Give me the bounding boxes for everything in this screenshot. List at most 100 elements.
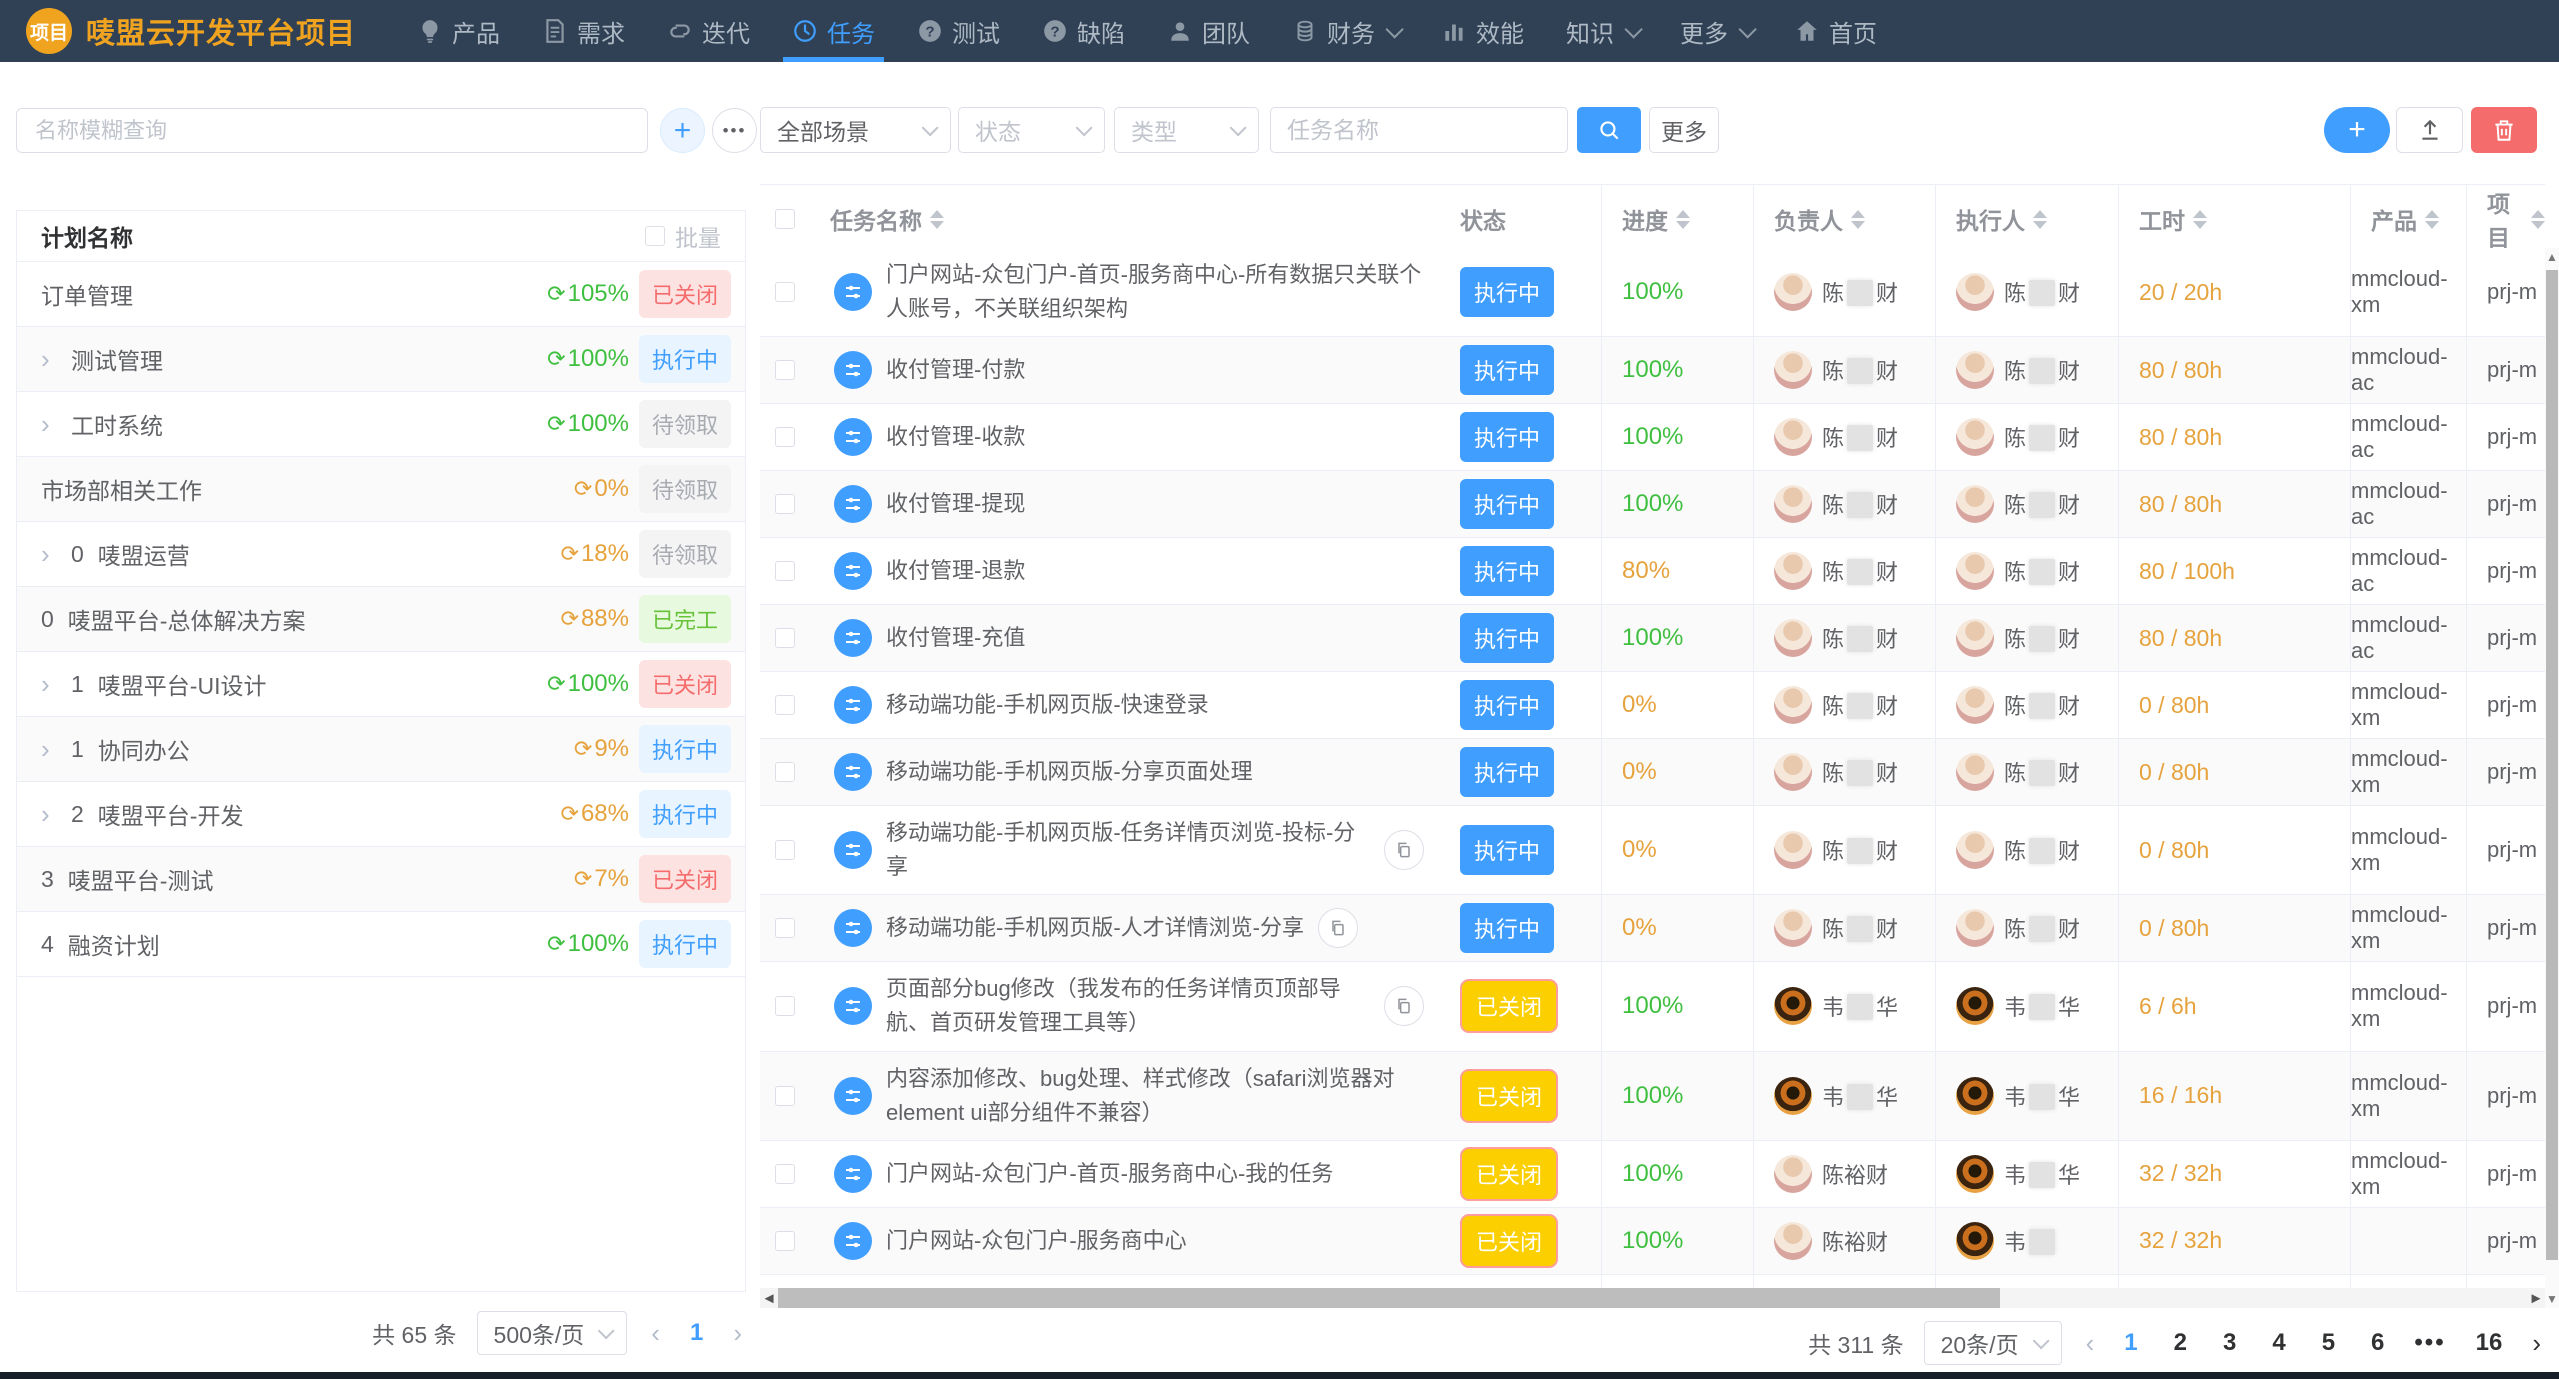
- column-header-6[interactable]: 工时: [2118, 185, 2350, 253]
- nav-item-product[interactable]: 产品: [396, 0, 521, 62]
- expand-caret-icon[interactable]: ›: [41, 734, 71, 765]
- task-name[interactable]: 内容添加修改、bug处理、样式修改（safari浏览器对element ui部分…: [886, 1062, 1424, 1130]
- upload-button[interactable]: [2396, 107, 2463, 153]
- plan-next-page-button[interactable]: ›: [729, 1318, 746, 1349]
- nav-item-home[interactable]: 首页: [1773, 0, 1898, 62]
- sort-caret-icon[interactable]: [2425, 210, 2439, 229]
- nav-item-requirements[interactable]: 需求: [521, 0, 646, 62]
- expand-caret-icon[interactable]: ›: [41, 344, 71, 375]
- add-task-button[interactable]: +: [2324, 107, 2390, 153]
- delete-button[interactable]: [2471, 107, 2537, 153]
- scroll-up-arrow[interactable]: ▲: [2545, 250, 2559, 264]
- task-name[interactable]: 门户网站-众包门户-首页-服务商中心-所有数据只关联个人账号，不关联组织架构: [886, 258, 1424, 326]
- nav-item-testing[interactable]: ?测试: [896, 0, 1021, 62]
- row-checkbox[interactable]: [775, 918, 795, 938]
- nav-item-knowledge[interactable]: 知识: [1545, 0, 1659, 62]
- task-page-size-select[interactable]: 20条/页: [1924, 1321, 2062, 1365]
- task-row[interactable]: 收付管理-收款执行中100%陈财陈财80 / 80hmmcloud-acprj-…: [760, 404, 2545, 471]
- sort-caret-icon[interactable]: [2531, 210, 2545, 229]
- task-row[interactable]: 门户网站-众包门户-服务商中心已关闭100%陈裕财韦32 / 32hprj-m: [760, 1208, 2545, 1275]
- sort-caret-icon[interactable]: [2193, 210, 2207, 229]
- nav-item-more[interactable]: 更多: [1659, 0, 1773, 62]
- page-button-4[interactable]: 4: [2266, 1329, 2291, 1357]
- horizontal-scrollbar[interactable]: ◄ ►: [760, 1288, 2545, 1308]
- more-filters-button[interactable]: 更多: [1649, 107, 1719, 153]
- row-checkbox[interactable]: [775, 1086, 795, 1106]
- task-name-input[interactable]: [1270, 107, 1568, 153]
- plan-search-input[interactable]: [16, 108, 648, 153]
- task-row[interactable]: 移动端功能-手机网页版-任务详情页浏览-投标-分享执行中0%陈财陈财0 / 80…: [760, 806, 2545, 895]
- nav-item-tasks[interactable]: 任务: [771, 0, 896, 62]
- nav-item-performance[interactable]: 效能: [1420, 0, 1545, 62]
- search-button[interactable]: [1577, 107, 1641, 153]
- page-ellipsis[interactable]: •••: [2414, 1329, 2445, 1357]
- task-row[interactable]: 收付管理-提现执行中100%陈财陈财80 / 80hmmcloud-acprj-…: [760, 471, 2545, 538]
- sort-caret-icon[interactable]: [1676, 210, 1690, 229]
- plan-row[interactable]: ›1唛盟平台-UI设计⟳100%已关闭: [17, 652, 745, 717]
- row-checkbox[interactable]: [775, 494, 795, 514]
- task-row[interactable]: 移动端功能-手机网页版-快速登录执行中0%陈财陈财0 / 80hmmcloud-…: [760, 672, 2545, 739]
- column-header-7[interactable]: 产品: [2350, 185, 2466, 253]
- plan-row[interactable]: ›2唛盟平台-开发⟳68%执行中: [17, 782, 745, 847]
- expand-caret-icon[interactable]: ›: [41, 799, 71, 830]
- task-row[interactable]: 页面部分bug修改（我发布的任务详情页顶部导航、首页研发管理工具等）已关闭100…: [760, 962, 2545, 1051]
- task-row[interactable]: 内容添加修改、bug处理、样式修改（safari浏览器对element ui部分…: [760, 1052, 2545, 1141]
- plan-row[interactable]: 市场部相关工作⟳0%待领取: [17, 457, 745, 522]
- plan-row[interactable]: 3唛盟平台-测试⟳7%已关闭: [17, 847, 745, 912]
- task-row[interactable]: 收付管理-退款执行中80%陈财陈财80 / 100hmmcloud-acprj-…: [760, 538, 2545, 605]
- row-checkbox[interactable]: [775, 1164, 795, 1184]
- row-checkbox[interactable]: [775, 282, 795, 302]
- column-header-5[interactable]: 执行人: [1935, 185, 2118, 253]
- task-row[interactable]: [760, 1275, 2545, 1288]
- copy-icon[interactable]: [1384, 986, 1424, 1026]
- page-button-5[interactable]: 5: [2316, 1329, 2341, 1357]
- scroll-left-arrow[interactable]: ◄: [760, 1290, 778, 1307]
- page-button-1[interactable]: 1: [2118, 1329, 2143, 1357]
- row-checkbox[interactable]: [775, 628, 795, 648]
- plan-more-button[interactable]: •••: [712, 108, 757, 153]
- task-name[interactable]: 移动端功能-手机网页版-分享页面处理: [886, 755, 1253, 789]
- page-button-6[interactable]: 6: [2365, 1329, 2390, 1357]
- expand-caret-icon[interactable]: ›: [41, 669, 71, 700]
- plan-page-size-select[interactable]: 500条/页: [477, 1311, 628, 1355]
- plan-row[interactable]: ›工时系统⟳100%待领取: [17, 392, 745, 457]
- scroll-right-arrow[interactable]: ►: [2527, 1290, 2545, 1307]
- task-name[interactable]: 移动端功能-手机网页版-人才详情浏览-分享: [886, 911, 1304, 945]
- column-header-8[interactable]: 项目: [2466, 185, 2545, 253]
- page-button-16[interactable]: 16: [2470, 1329, 2509, 1357]
- task-name[interactable]: 移动端功能-手机网页版-任务详情页浏览-投标-分享: [886, 816, 1370, 884]
- task-name[interactable]: 页面部分bug修改（我发布的任务详情页顶部导航、首页研发管理工具等）: [886, 972, 1370, 1040]
- plan-row[interactable]: 订单管理⟳105%已关闭: [17, 262, 745, 327]
- scene-select[interactable]: 全部场景: [760, 107, 951, 153]
- row-checkbox[interactable]: [775, 561, 795, 581]
- vertical-scrollbar-thumb[interactable]: [2546, 270, 2558, 1260]
- plan-prev-page-button[interactable]: ‹: [647, 1318, 664, 1349]
- task-row[interactable]: 移动端功能-手机网页版-分享页面处理执行中0%陈财陈财0 / 80hmmclou…: [760, 739, 2545, 806]
- row-checkbox[interactable]: [775, 360, 795, 380]
- copy-icon[interactable]: [1384, 830, 1424, 870]
- expand-caret-icon[interactable]: ›: [41, 409, 71, 440]
- task-name[interactable]: 收付管理-提现: [886, 487, 1025, 521]
- row-checkbox[interactable]: [775, 996, 795, 1016]
- task-name[interactable]: 移动端功能-手机网页版-快速登录: [886, 688, 1209, 722]
- page-button-2[interactable]: 2: [2168, 1329, 2193, 1357]
- scroll-down-arrow[interactable]: ▼: [2545, 1292, 2559, 1306]
- task-row[interactable]: 门户网站-众包门户-首页-服务商中心-所有数据只关联个人账号，不关联组织架构执行…: [760, 248, 2545, 337]
- expand-caret-icon[interactable]: ›: [41, 539, 71, 570]
- plan-row[interactable]: 4融资计划⟳100%执行中: [17, 912, 745, 977]
- row-checkbox[interactable]: [775, 427, 795, 447]
- sort-caret-icon[interactable]: [930, 210, 944, 229]
- horizontal-scrollbar-thumb[interactable]: [778, 1288, 2000, 1308]
- row-checkbox[interactable]: [775, 695, 795, 715]
- add-plan-button[interactable]: +: [660, 108, 705, 153]
- column-header-3[interactable]: 进度: [1601, 185, 1753, 253]
- task-name[interactable]: 收付管理-付款: [886, 353, 1025, 387]
- row-checkbox[interactable]: [775, 1231, 795, 1251]
- column-header-1[interactable]: 任务名称: [810, 185, 1440, 253]
- page-button-3[interactable]: 3: [2217, 1329, 2242, 1357]
- row-checkbox[interactable]: [775, 762, 795, 782]
- task-prev-page-button[interactable]: ‹: [2082, 1328, 2099, 1359]
- task-next-page-button[interactable]: ›: [2528, 1328, 2545, 1359]
- copy-icon[interactable]: [1318, 908, 1358, 948]
- sort-caret-icon[interactable]: [2033, 210, 2047, 229]
